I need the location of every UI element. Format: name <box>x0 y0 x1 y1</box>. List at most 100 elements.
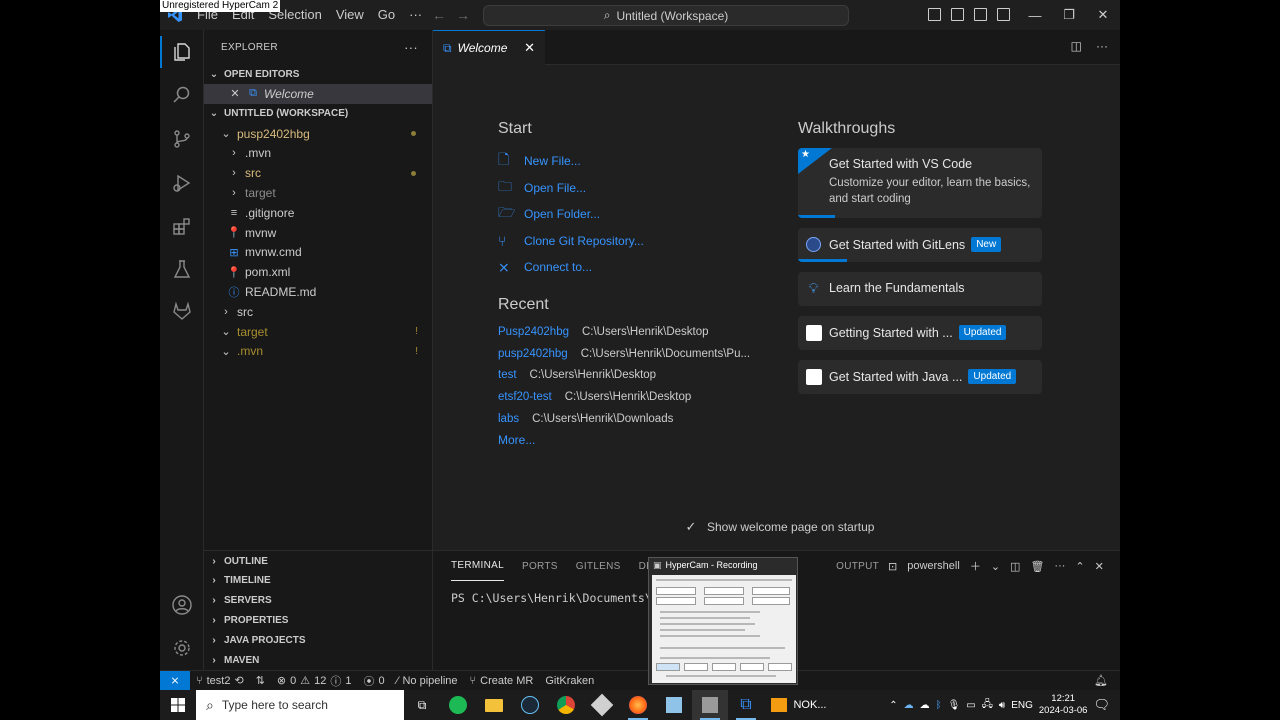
sidebar-section[interactable]: › PROPERTIES <box>204 611 433 631</box>
toggle-sidebar-icon[interactable] <box>928 8 941 21</box>
network-icon[interactable]: 🖧︎ <box>982 697 993 714</box>
tree-item[interactable]: ⌄ pusp2402hbg <box>204 124 432 144</box>
gitlens-status[interactable]: ⇅ <box>250 674 271 687</box>
nok-app-taskbar[interactable]: NOK... <box>764 690 834 720</box>
minimize-icon[interactable]: — <box>1018 0 1052 30</box>
ports-status[interactable]: ⦿ 0 <box>358 673 391 689</box>
more-recent-link[interactable]: More... <box>498 429 768 451</box>
chevron-down-icon[interactable]: ⌄ <box>991 560 1000 573</box>
search-icon[interactable] <box>160 75 204 115</box>
recent-item-link[interactable]: Pusp2402hbg <box>498 326 569 338</box>
chevron-up-icon[interactable]: ⌃ <box>889 700 897 711</box>
hypercam-recording-popup[interactable]: ▣ HyperCam - Recording <box>648 557 798 685</box>
tree-item[interactable]: 📍 mvnw <box>204 223 432 243</box>
start-action-link[interactable]: ⨯ Connect to... <box>498 254 768 281</box>
tree-item[interactable]: ⌄ target! <box>204 322 432 342</box>
store-icon[interactable] <box>656 690 692 720</box>
settings-gear-icon[interactable] <box>160 628 204 668</box>
tree-item[interactable]: 📍 pom.xml <box>204 262 432 282</box>
recent-item-link[interactable]: labs <box>498 413 519 425</box>
more-actions-icon[interactable]: ··· <box>1096 39 1108 53</box>
chrome-icon[interactable] <box>548 690 584 720</box>
sidebar-section[interactable]: › TIMELINE <box>204 571 433 591</box>
clock[interactable]: 12:21 2024-03-06 <box>1039 693 1088 717</box>
toggle-panel-icon[interactable] <box>951 8 964 21</box>
close-window-icon[interactable]: ✕ <box>1086 0 1120 30</box>
more-actions-icon[interactable]: ··· <box>1054 560 1065 572</box>
trash-icon[interactable]: 🗑 <box>1030 560 1044 573</box>
toggle-secondary-sidebar-icon[interactable] <box>974 8 987 21</box>
panel-tab[interactable]: OUTPUT <box>836 551 879 581</box>
tree-item[interactable]: ⓘ README.md <box>204 282 432 302</box>
hypercam-taskbar-icon[interactable] <box>692 690 728 720</box>
create-mr-status[interactable]: ⑂ Create MR <box>464 675 540 687</box>
source-control-icon[interactable] <box>160 119 204 159</box>
tree-item[interactable]: › target <box>204 183 432 203</box>
checkbox-checked-icon[interactable]: ✓ <box>683 519 699 535</box>
accounts-icon[interactable] <box>160 585 204 625</box>
close-tab-icon[interactable]: ✕ <box>524 40 535 56</box>
steam-icon[interactable] <box>512 690 548 720</box>
close-panel-icon[interactable]: ✕ <box>1095 560 1104 573</box>
open-editors-section[interactable]: ⌄ OPEN EDITORS <box>204 64 432 84</box>
extensions-icon[interactable] <box>160 207 204 247</box>
sidebar-section[interactable]: › MAVEN <box>204 650 433 670</box>
back-arrow-icon[interactable]: ← <box>432 7 446 23</box>
workspace-section[interactable]: ⌄ UNTITLED (WORKSPACE) <box>204 104 432 124</box>
firefox-icon[interactable] <box>620 690 656 720</box>
walkthrough-card[interactable]: Getting Started with ... Updated <box>798 316 1042 350</box>
run-debug-icon[interactable] <box>160 163 204 203</box>
remote-indicator-icon[interactable]: ⨯ <box>160 670 190 690</box>
tab-welcome[interactable]: ⧉ Welcome ✕ <box>433 30 545 65</box>
volume-icon[interactable]: 🔊︎ <box>999 700 1005 711</box>
tree-item[interactable]: › src <box>204 302 432 322</box>
walkthrough-card[interactable]: ★ Get Started with VS Code Customize your … <box>798 148 1042 218</box>
shell-label[interactable]: powershell <box>907 560 960 572</box>
maximize-panel-icon[interactable]: ⌃ <box>1075 560 1084 573</box>
panel-tab[interactable]: GITLENS <box>576 551 621 581</box>
cloud-icon[interactable]: ☁ <box>920 700 930 711</box>
command-center[interactable]: ⌕ Untitled (Workspace) <box>483 5 849 26</box>
split-terminal-icon[interactable]: ◫ <box>1010 560 1020 573</box>
recent-item-link[interactable]: pusp2402hbg <box>498 348 568 360</box>
branch-status[interactable]: ⑂ test2 ⟲ <box>190 674 250 688</box>
more-actions-icon[interactable]: ··· <box>404 40 418 55</box>
recent-item-link[interactable]: etsf20-test <box>498 391 552 403</box>
start-action-link[interactable]: 🗀 Open File... <box>498 175 768 202</box>
forward-arrow-icon[interactable]: → <box>456 7 470 23</box>
taskbar-search[interactable]: ⌕ Type here to search <box>196 690 404 720</box>
show-welcome-toggle[interactable]: ✓ Show welcome page on startup <box>683 519 875 535</box>
file-explorer-icon[interactable] <box>476 690 512 720</box>
tree-item[interactable]: ⊞ mvnw.cmd <box>204 243 432 263</box>
display-icon[interactable]: ▭ <box>966 700 975 711</box>
recent-item-link[interactable]: test <box>498 369 517 381</box>
walkthrough-card[interactable]: 💡︎ Learn the Fundamentals <box>798 272 1042 306</box>
open-editor-welcome[interactable]: ✕ ⧉ Welcome <box>204 84 432 104</box>
gitlab-icon[interactable] <box>160 291 204 331</box>
split-editor-icon[interactable]: ◫ <box>1071 39 1082 53</box>
menu-item[interactable]: Go <box>371 0 402 30</box>
tree-item[interactable]: › src <box>204 163 432 183</box>
restore-icon[interactable]: ❐ <box>1052 0 1086 30</box>
walkthrough-card[interactable]: Get Started with GitLens New <box>798 228 1042 262</box>
menu-item[interactable]: View <box>329 0 371 30</box>
language-indicator[interactable]: ENG <box>1011 700 1033 711</box>
panel-tab[interactable]: PORTS <box>522 551 558 581</box>
pipeline-status[interactable]: ⁄ No pipeline <box>391 675 464 687</box>
tree-item[interactable]: › .mvn <box>204 144 432 164</box>
onedrive-icon[interactable]: ☁ <box>904 700 914 711</box>
windows-start-icon[interactable] <box>160 690 196 720</box>
start-action-link[interactable]: 🗋 New File... <box>498 148 768 175</box>
sidebar-section[interactable]: › OUTLINE <box>204 551 433 571</box>
notification-center-icon[interactable]: 🗨︎ <box>1093 697 1110 713</box>
gitkraken-status[interactable]: GitKraken <box>539 675 600 687</box>
notifications-bell-icon[interactable]: 🔔︎ <box>1088 674 1120 687</box>
start-action-link[interactable]: ⑂ Clone Git Repository... <box>498 228 768 255</box>
app-cube-icon[interactable] <box>584 690 620 720</box>
sidebar-section[interactable]: › SERVERS <box>204 591 433 611</box>
menu-item[interactable]: ··· <box>402 0 429 30</box>
task-view-icon[interactable]: ⧉ <box>404 690 440 720</box>
tree-item[interactable]: ≡ .gitignore <box>204 203 432 223</box>
customize-layout-icon[interactable] <box>997 8 1010 21</box>
sidebar-section[interactable]: › JAVA PROJECTS <box>204 630 433 650</box>
